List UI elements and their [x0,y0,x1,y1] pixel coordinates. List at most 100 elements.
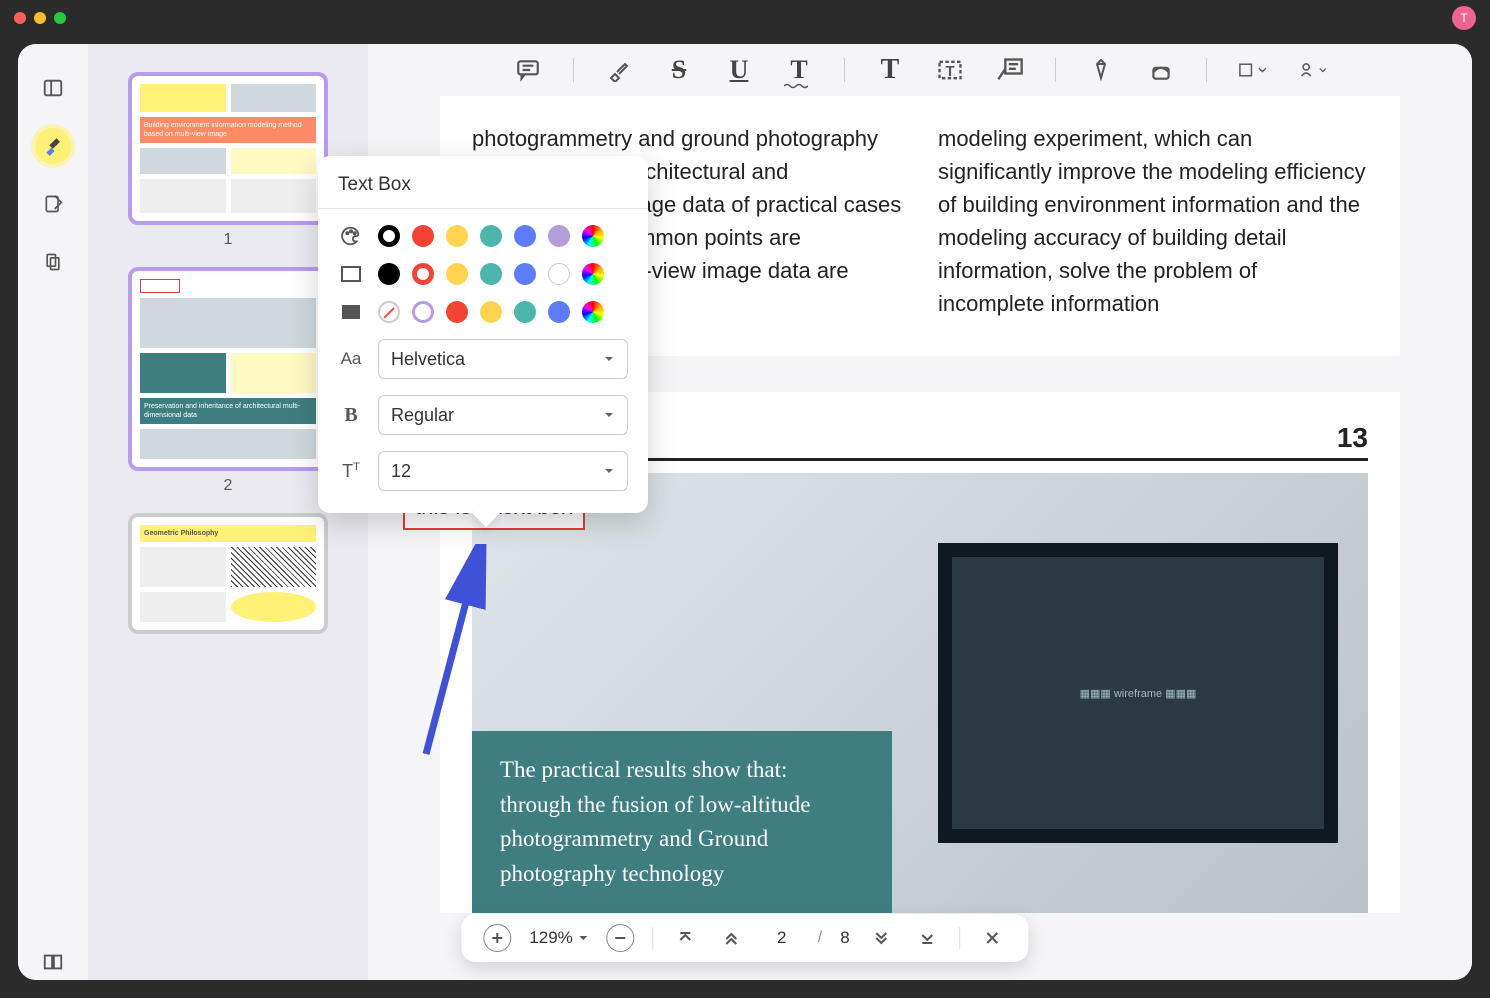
user-avatar[interactable]: T [1452,6,1476,30]
color-picker-swatch[interactable] [582,301,604,323]
shape-button[interactable] [1237,55,1267,85]
minus-icon [614,931,628,945]
chevron-down-icon [1258,65,1267,75]
separator [960,927,961,949]
close-icon [986,931,1000,945]
annotate-mode-button[interactable] [35,128,71,164]
close-bar-button[interactable] [979,924,1007,952]
book-view-icon [42,951,64,973]
prev-page-button[interactable] [718,924,746,952]
font-family-row: Aa Helvetica [338,339,628,379]
font-size-row: TT 12 [338,451,628,491]
page-input[interactable] [764,928,800,948]
chevron-down-icon [603,465,615,477]
thumbnail-page-1[interactable]: Building environment information modelin… [128,72,328,249]
close-window-button[interactable] [14,12,26,24]
font-weight-dropdown[interactable]: Regular [378,395,628,435]
navigation-bar: 129% / 8 [461,914,1028,962]
chevron-down-icon [603,409,615,421]
no-fill-swatch[interactable] [378,301,400,323]
highlighter-icon [607,58,631,82]
separator [653,927,654,949]
zoom-in-button[interactable] [483,924,511,952]
edit-note-icon [43,194,63,214]
color-picker-swatch[interactable] [582,263,604,285]
first-page-button[interactable] [672,924,700,952]
page-separator: / [818,929,822,947]
chevron-down-icon [1319,65,1327,75]
pen-button[interactable] [1086,55,1116,85]
edit-mode-button[interactable] [35,186,71,222]
color-swatch[interactable] [480,263,502,285]
callout-button[interactable] [995,55,1025,85]
color-swatch-selected[interactable] [412,301,434,323]
thumb-title: Geometric Philosophy [140,525,316,542]
eraser-button[interactable] [1146,55,1176,85]
color-swatch[interactable] [480,301,502,323]
highlight-button[interactable] [604,55,634,85]
color-swatch[interactable] [446,301,468,323]
total-pages: 8 [840,928,849,948]
maximize-window-button[interactable] [54,12,66,24]
color-swatch[interactable] [514,225,536,247]
popover-title: Text Box [338,174,628,196]
color-swatch[interactable] [480,225,502,247]
color-swatch[interactable] [514,263,536,285]
zoom-dropdown[interactable]: 129% [529,928,588,948]
reading-view-button[interactable] [35,944,71,980]
chevron-down-icon [603,353,615,365]
callout-icon [996,56,1024,84]
chevron-down-icon [579,933,589,943]
highlighter-icon [43,136,63,156]
annotation-toolbar: S U T T T [368,44,1472,96]
textbox-properties-popover: Text Box [318,156,648,513]
body-text: modeling experiment, which can significa… [938,122,1368,320]
photo-caption-overlay: The practical results show that: through… [472,731,892,913]
color-picker-swatch[interactable] [582,225,604,247]
next-page-button[interactable] [868,924,896,952]
color-swatch[interactable] [446,263,468,285]
underline-button[interactable]: U [724,55,754,85]
panel-toggle-button[interactable] [35,70,71,106]
strikethrough-button[interactable]: S [664,55,694,85]
color-swatch[interactable] [548,225,570,247]
app-window: Building environment information modelin… [18,44,1472,980]
color-swatch-selected[interactable] [412,263,434,285]
thumbnail-page-2[interactable]: Preservation and inheritance of architec… [128,267,328,495]
separator [1206,58,1207,82]
thumb-title: Preservation and inheritance of architec… [140,398,316,424]
signature-button[interactable] [1297,55,1327,85]
palette-icon [340,225,362,247]
zoom-out-button[interactable] [607,924,635,952]
color-swatch-selected[interactable] [378,225,400,247]
separator [844,58,845,82]
color-swatch[interactable] [412,225,434,247]
page-mode-button[interactable] [35,244,71,280]
comment-icon [515,57,541,83]
border-icon [341,266,361,282]
color-swatch[interactable] [378,263,400,285]
text-color-row [338,225,628,247]
color-swatch[interactable] [446,225,468,247]
last-page-button[interactable] [914,924,942,952]
pen-icon [1089,58,1113,82]
font-weight-row: B Regular [338,395,628,435]
minimize-window-button[interactable] [34,12,46,24]
thumb-number: 2 [224,477,233,495]
textbox-button[interactable]: T [935,55,965,85]
fill-color-row [338,301,628,323]
font-size-dropdown[interactable]: 12 [378,451,628,491]
fill-icon [341,304,361,320]
thumbnail-page-3[interactable]: Geometric Philosophy [128,513,328,634]
squiggle-button[interactable]: T [784,55,814,85]
monitor-illustration: ▦▦▦ wireframe ▦▦▦ [938,543,1338,843]
color-swatch[interactable] [548,301,570,323]
color-swatch[interactable] [548,263,570,285]
font-family-dropdown[interactable]: Helvetica [378,339,628,379]
chevrons-down-icon [874,930,890,946]
plus-icon [490,931,504,945]
text-button[interactable]: T [875,55,905,85]
comment-button[interactable] [513,55,543,85]
divider [318,208,648,209]
color-swatch[interactable] [514,301,536,323]
